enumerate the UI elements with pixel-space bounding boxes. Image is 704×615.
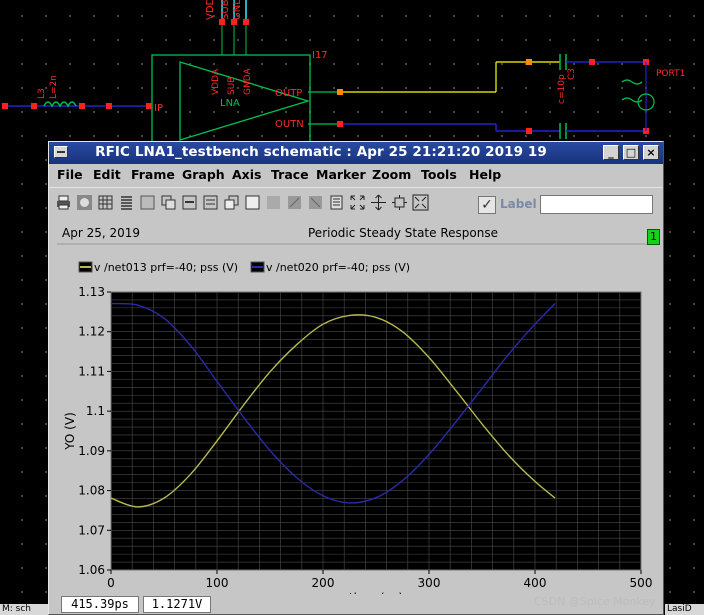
legend-label: v /net020 prf=-40; pss (V) xyxy=(266,261,410,274)
y-tick-label: 1.09 xyxy=(78,444,105,458)
capacitor-value: c=10p xyxy=(557,74,567,104)
copy-icon[interactable] xyxy=(223,194,240,211)
delete-subwindow-icon[interactable] xyxy=(181,194,198,211)
cursor-icon[interactable] xyxy=(265,194,282,211)
block-pin-gnda: GNDA xyxy=(243,68,253,95)
toolbar: ✓ Label xyxy=(49,187,663,217)
cursor-x-readout: 415.39ps xyxy=(61,596,139,613)
window-title: RFIC LNA1_testbench schematic : Apr 25 2… xyxy=(95,144,547,160)
close-button[interactable]: × xyxy=(643,145,659,160)
menu-trace[interactable]: Trace xyxy=(271,167,309,182)
x-axis-label: time (ps) xyxy=(349,591,403,594)
maximize-button[interactable]: □ xyxy=(623,145,639,160)
plot-area xyxy=(110,291,642,571)
taskbar-item-right[interactable]: LasiD xyxy=(665,604,704,615)
strips-icon[interactable] xyxy=(118,194,135,211)
watermark: CSDN @Spice Monkey xyxy=(534,595,656,608)
print-icon[interactable] xyxy=(55,194,72,211)
inductor-name: L3 xyxy=(37,88,47,99)
port-label: PORT1 xyxy=(656,69,685,79)
cursor-y-readout: 1.1271V xyxy=(143,596,211,613)
block-pin-vdda: VDDA xyxy=(211,68,221,95)
taskbar-item-left[interactable]: M: sch xyxy=(0,604,48,615)
x-tick-label: 200 xyxy=(312,576,335,590)
graph-date: Apr 25, 2019 xyxy=(62,226,141,240)
y-tick-label: 1.07 xyxy=(78,523,105,537)
menu-help[interactable]: Help xyxy=(469,167,501,182)
block-name: LNA xyxy=(220,98,240,109)
top-pins: VDDA SUB GNDA xyxy=(205,0,249,55)
menu-frame[interactable]: Frame xyxy=(131,167,175,182)
menu-marker[interactable]: Marker xyxy=(316,167,366,182)
pin-label-vdda: VDDA xyxy=(205,0,216,20)
graph-title: Periodic Steady State Response xyxy=(308,226,498,240)
y-tick-label: 1.06 xyxy=(78,563,105,577)
fit-icon[interactable] xyxy=(328,194,345,211)
duplicate-icon[interactable] xyxy=(202,194,219,211)
zoom-x-icon[interactable] xyxy=(349,194,366,211)
pin-label-gnda: GNDA xyxy=(232,0,243,20)
camera-icon[interactable] xyxy=(76,194,93,211)
input-network: L3 L=2n xyxy=(2,75,152,109)
waveform-plot[interactable]: 0 100 200 300 400 500 1.06 1.07 1.08 1.09 1.1 1.11 1… xyxy=(57,250,655,594)
menu-edit[interactable]: Edit xyxy=(93,167,121,182)
y-tick-label: 1.08 xyxy=(78,484,105,498)
label-checkbox[interactable]: ✓ xyxy=(478,196,496,214)
menu-graph[interactable]: Graph xyxy=(182,167,225,182)
y-tick-label: 1.12 xyxy=(78,325,105,339)
graph-info-bar: Apr 25, 2019 Periodic Steady State Respo… xyxy=(57,223,660,245)
x-tick-label: 500 xyxy=(630,576,653,590)
instance-name: I17 xyxy=(312,50,328,61)
menu-bar: File Edit Frame Graph Axis Trace Marker … xyxy=(49,164,663,186)
capacitor-name: C3 xyxy=(567,68,577,80)
y-tick-label: 1.11 xyxy=(78,364,105,378)
delete-marker-icon[interactable] xyxy=(307,194,324,211)
outp-label: OUTP xyxy=(275,88,302,99)
outn-label: OUTN xyxy=(275,119,304,130)
label-input[interactable] xyxy=(540,195,653,214)
menu-file[interactable]: File xyxy=(57,167,83,182)
marker-icon[interactable] xyxy=(286,194,303,211)
subwindow-indicator[interactable]: 1 xyxy=(647,229,660,245)
menu-zoom[interactable]: Zoom xyxy=(372,167,411,182)
x-tick-label: 100 xyxy=(206,576,229,590)
x-tick-label: 400 xyxy=(524,576,547,590)
zoom-y-icon[interactable] xyxy=(370,194,387,211)
lna-block[interactable]: I17 VDDA SUB GNDA LNA IP OUTP OUTN xyxy=(151,50,328,144)
output-network: C3 c=10p PORT1 xyxy=(308,54,685,139)
x-tick-label: 0 xyxy=(107,576,115,590)
title-bar[interactable]: RFIC LNA1_testbench schematic : Apr 25 2… xyxy=(49,142,663,164)
block-pin-sub: SUB xyxy=(227,77,237,95)
strip-icon[interactable] xyxy=(139,194,156,211)
grid-icon[interactable] xyxy=(97,194,114,211)
menu-tools[interactable]: Tools xyxy=(421,167,457,182)
inductor-value: L=2n xyxy=(49,75,59,99)
add-subwindow-icon[interactable] xyxy=(160,194,177,211)
y-tick-label: 1.1 xyxy=(86,404,105,418)
zoom-full-icon[interactable] xyxy=(412,194,429,211)
x-tick-label: 300 xyxy=(418,576,441,590)
y-tick-label: 1.13 xyxy=(78,285,105,299)
waveform-window[interactable]: RFIC LNA1_testbench schematic : Apr 25 2… xyxy=(48,141,664,615)
in-pin-label: IP xyxy=(154,103,163,114)
zoom-fit-icon[interactable] xyxy=(391,194,408,211)
label-toggle-text: Label xyxy=(500,197,537,211)
minimize-button[interactable]: _ xyxy=(603,145,619,160)
pin-label-sub: SUB xyxy=(220,0,231,20)
y-axis-label: YO (V) xyxy=(63,412,77,451)
menu-axis[interactable]: Axis xyxy=(232,167,261,182)
legend-label: v /net013 prf=-40; pss (V) xyxy=(94,261,238,274)
clear-icon[interactable] xyxy=(244,194,261,211)
